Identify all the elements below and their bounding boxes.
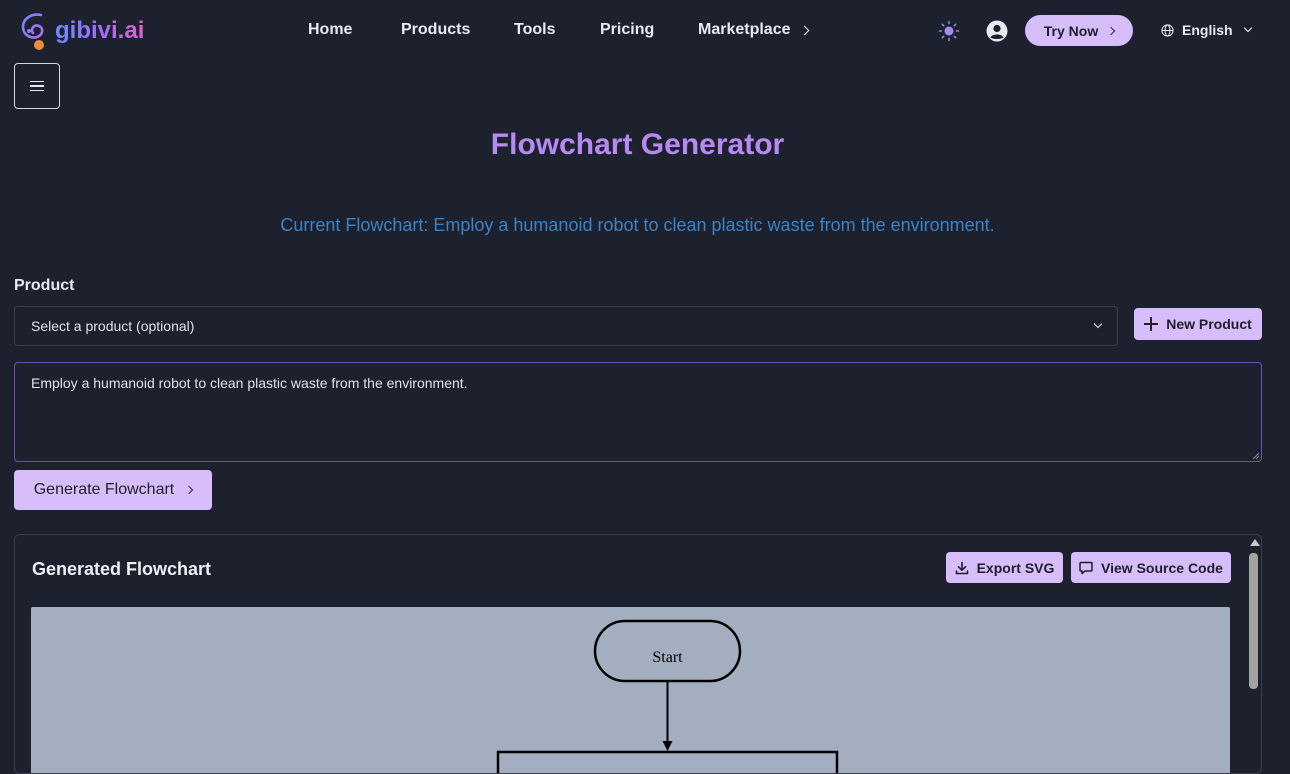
flowchart-canvas: Start <box>31 607 1230 773</box>
start-node-label: Start <box>652 649 683 666</box>
chevron-right-icon <box>185 485 194 495</box>
download-icon <box>955 561 968 574</box>
try-now-button[interactable]: Try Now <box>1025 15 1133 46</box>
brand-name: gibivi.ai <box>55 17 145 44</box>
prompt-value: Employ a humanoid robot to clean plastic… <box>31 375 468 391</box>
scroll-up-arrow-icon[interactable] <box>1250 539 1260 546</box>
try-now-label: Try Now <box>1043 22 1099 39</box>
product-select[interactable]: Select a product (optional) <box>14 306 1118 346</box>
new-product-button[interactable]: New Product <box>1134 308 1262 340</box>
product-select-value: Select a product (optional) <box>31 318 195 334</box>
chevron-down-icon <box>1243 23 1252 33</box>
nav-marketplace-label: Marketplace <box>698 21 791 38</box>
nav-pricing[interactable]: Pricing <box>600 21 654 39</box>
product-label: Product <box>14 277 75 294</box>
chevron-right-icon <box>799 25 809 35</box>
hamburger-icon-bar <box>30 89 44 92</box>
nav-marketplace[interactable]: Marketplace <box>698 21 809 39</box>
brand-logo[interactable]: gibivi.ai <box>17 11 144 51</box>
view-source-label: View Source Code <box>1101 559 1223 576</box>
user-account-icon[interactable] <box>986 20 1008 42</box>
flowchart-card: Generated Flowchart Export SVG View Sour… <box>14 534 1262 774</box>
nav-tools[interactable]: Tools <box>514 21 555 39</box>
page-title: Flowchart Generator <box>490 128 785 161</box>
nav-home[interactable]: Home <box>308 21 352 39</box>
prompt-textarea[interactable]: Employ a humanoid robot to clean plastic… <box>14 362 1262 462</box>
menu-toggle-button[interactable] <box>14 63 60 109</box>
view-source-button[interactable]: View Source Code <box>1071 552 1231 583</box>
resize-handle-icon[interactable] <box>1252 452 1260 460</box>
card-scrollbar[interactable] <box>1247 535 1261 773</box>
globe-icon <box>1161 23 1174 37</box>
generate-flowchart-label: Generate Flowchart <box>33 481 175 498</box>
flowchart-card-title: Generated Flowchart <box>32 559 212 579</box>
comment-icon <box>1079 561 1093 574</box>
process-node <box>496 750 839 773</box>
top-nav: gibivi.ai Home Products Tools Pricing Ma… <box>0 0 1290 62</box>
flow-arrowhead <box>662 741 673 751</box>
export-svg-label: Export SVG <box>976 559 1055 576</box>
export-svg-button[interactable]: Export SVG <box>946 552 1063 583</box>
plus-icon <box>1144 317 1159 331</box>
language-selector[interactable]: English <box>1161 22 1252 38</box>
logo-icon <box>21 13 44 50</box>
scrollbar-thumb[interactable] <box>1249 553 1258 689</box>
language-label: English <box>1182 22 1233 38</box>
generate-flowchart-button[interactable]: Generate Flowchart <box>14 470 212 510</box>
chevron-down-icon <box>1093 319 1103 329</box>
hamburger-icon-bar <box>30 80 44 83</box>
sun-icon[interactable] <box>938 20 960 42</box>
nav-products[interactable]: Products <box>401 21 470 39</box>
chevron-right-icon <box>1106 26 1116 35</box>
flowchart-diagram: Start <box>496 619 839 773</box>
current-flowchart-text: Current Flowchart: Employ a humanoid rob… <box>280 215 995 235</box>
hamburger-icon-bar <box>30 85 44 87</box>
new-product-label: New Product <box>1166 316 1252 332</box>
